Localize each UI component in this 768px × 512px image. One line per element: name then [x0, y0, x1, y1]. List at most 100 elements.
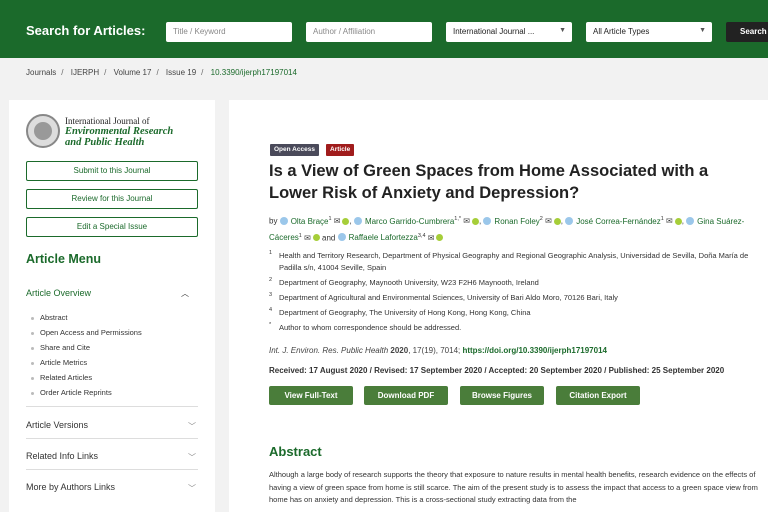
section-label: Article Versions — [26, 420, 89, 430]
publication-dates: Received: 17 August 2020 / Revised: 17 S… — [269, 366, 725, 375]
citation-journal: Int. J. Environ. Res. Public Health — [269, 346, 389, 355]
email-icon[interactable]: ✉ — [545, 217, 552, 226]
author-sup: 3,4 — [417, 232, 426, 239]
search-button[interactable]: Search — [726, 22, 768, 42]
author-link[interactable]: Ronan Foley — [483, 217, 539, 226]
author-link[interactable]: Olta Braçe — [280, 217, 329, 226]
article-overview-toggle[interactable]: Article Overview — [26, 288, 91, 298]
submit-button[interactable]: Submit to this Journal — [26, 161, 198, 181]
section-label: Related Info Links — [26, 451, 99, 461]
abstract-text: Although a large body of research suppor… — [269, 470, 758, 504]
section-label: More by Authors Links — [26, 482, 116, 492]
and-label: and — [322, 233, 336, 243]
chevron-up-icon[interactable]: ︿ — [181, 288, 189, 299]
overview-item-open-access[interactable]: Open Access and Permissions — [31, 328, 142, 337]
author-affiliation-input[interactable]: Author / Affiliation — [306, 22, 432, 42]
affiliation-number: 4 — [269, 307, 273, 313]
chevron-down-icon: ﹀ — [188, 422, 196, 431]
review-button[interactable]: Review for this Journal — [26, 189, 198, 209]
affiliation: 3 Department of Agricultural and Environm… — [269, 292, 768, 304]
orcid-icon[interactable] — [674, 217, 682, 225]
edit-special-issue-button[interactable]: Edit a Special Issue — [26, 217, 198, 237]
overview-item-related[interactable]: Related Articles — [31, 373, 92, 382]
chevron-down-icon: ﹀ — [188, 453, 196, 462]
author-link[interactable]: Marco Garrido-Cumbrera — [354, 217, 454, 226]
overview-item-label: Open Access and Permissions — [40, 328, 142, 337]
view-full-text-button[interactable]: View Full-Text — [269, 386, 353, 405]
breadcrumb: Journals / IJERPH / Volume 17/ Issue 19/ 1… — [26, 68, 297, 77]
browse-figures-button[interactable]: Browse Figures — [460, 386, 544, 405]
breadcrumb-volume[interactable]: Volume 17 — [114, 68, 152, 77]
author-sup: 2 — [539, 216, 543, 222]
chevron-down-icon: ﹀ — [188, 484, 196, 493]
orcid-icon[interactable] — [471, 217, 479, 225]
abstract-heading: Abstract — [269, 444, 322, 459]
overview-item-label: Abstract — [40, 313, 68, 322]
title-keyword-input[interactable]: Title / Keyword — [166, 22, 292, 42]
author-link[interactable]: José Correa-Fernández — [565, 217, 660, 226]
breadcrumb-doi[interactable]: 10.3390/ijerph17197014 — [211, 68, 297, 77]
breadcrumb-journals[interactable]: Journals — [26, 68, 56, 77]
author-sup: 1 — [298, 232, 302, 239]
search-header: Search for Articles: Title / Keyword Aut… — [0, 0, 768, 58]
affiliation-text: Department of Geography, Maynooth Univer… — [279, 278, 539, 287]
divider — [26, 469, 198, 470]
overview-item-label: Related Articles — [40, 373, 93, 382]
email-icon[interactable]: ✉ — [304, 233, 311, 242]
open-access-badge: Open Access — [270, 144, 319, 156]
affiliation: 1 Health and Territory Research, Departme… — [269, 250, 768, 274]
divider — [26, 406, 198, 407]
breadcrumb-ijerph[interactable]: IJERPH — [71, 68, 99, 77]
affiliation: 2 Department of Geography, Maynooth Unive… — [269, 277, 768, 289]
citation-volume: , 17(19), 7014; — [408, 346, 463, 355]
orcid-icon[interactable] — [436, 234, 444, 242]
overview-item-reprints[interactable]: Order Article Reprints — [31, 388, 112, 397]
article-title: Is a View of Green Spaces from Home Asso… — [269, 162, 709, 202]
author-link[interactable]: Raffaele Lafortezza — [338, 233, 418, 242]
orcid-icon[interactable] — [312, 234, 320, 242]
affiliation-text: Department of Geography, The University … — [279, 308, 531, 317]
article-type-value: All Article Types — [593, 27, 650, 36]
author-sup: 1,* — [454, 216, 462, 222]
by-label: by — [269, 216, 278, 226]
citation-line: Int. J. Environ. Res. Public Health 2020… — [269, 346, 607, 355]
overview-item-share-cite[interactable]: Share and Cite — [31, 343, 90, 352]
email-icon[interactable]: ✉ — [463, 217, 470, 226]
article-main: Open Access Article Is a View of Green S… — [229, 100, 768, 512]
overview-item-metrics[interactable]: Article Metrics — [31, 358, 87, 367]
journal-logo-icon[interactable] — [26, 114, 60, 148]
more-by-authors-toggle[interactable]: More by Authors Links ﹀ — [26, 482, 198, 493]
overview-item-abstract[interactable]: Abstract — [31, 313, 68, 322]
orcid-icon[interactable] — [553, 217, 561, 225]
journal-name-line2-text: Environmental Research — [65, 126, 174, 137]
affiliation-number: 1 — [269, 250, 273, 256]
journal-name-line2[interactable]: Environmental Research and Public Health — [65, 126, 173, 148]
affiliation-number: * — [269, 322, 272, 328]
affiliation-number: 3 — [269, 292, 273, 298]
citation-export-button[interactable]: Citation Export — [556, 386, 640, 405]
search-label: Search for Articles: — [26, 23, 146, 38]
journal-name-line1[interactable]: International Journal of — [65, 116, 149, 126]
orcid-icon[interactable] — [342, 217, 350, 225]
overview-item-label: Order Article Reprints — [40, 388, 112, 397]
affiliation-text: Health and Territory Research, Departmen… — [279, 251, 749, 272]
affiliation: 4 Department of Geography, The University… — [269, 307, 768, 319]
doi-link[interactable]: https://doi.org/10.3390/ijerph17197014 — [462, 346, 607, 355]
download-pdf-button[interactable]: Download PDF — [364, 386, 448, 405]
journal-select-value: International Journal ... — [453, 27, 535, 36]
overview-item-label: Article Metrics — [40, 358, 88, 367]
author-sup: 1 — [328, 216, 332, 222]
overview-item-label: Share and Cite — [40, 343, 91, 352]
affiliation-number: 2 — [269, 277, 273, 283]
related-info-links-toggle[interactable]: Related Info Links ﹀ — [26, 451, 198, 462]
article-type-select[interactable]: All Article Types ▼ — [586, 22, 712, 42]
sidebar: International Journal of Environmental R… — [9, 100, 215, 512]
divider — [26, 438, 198, 439]
journal-select[interactable]: International Journal ... ▼ — [446, 22, 572, 42]
author-sup: 1 — [660, 216, 664, 222]
email-icon[interactable]: ✉ — [666, 217, 673, 226]
article-versions-toggle[interactable]: Article Versions ﹀ — [26, 420, 198, 431]
breadcrumb-issue[interactable]: Issue 19 — [166, 68, 196, 77]
email-icon[interactable]: ✉ — [334, 217, 341, 226]
email-icon[interactable]: ✉ — [428, 233, 435, 242]
